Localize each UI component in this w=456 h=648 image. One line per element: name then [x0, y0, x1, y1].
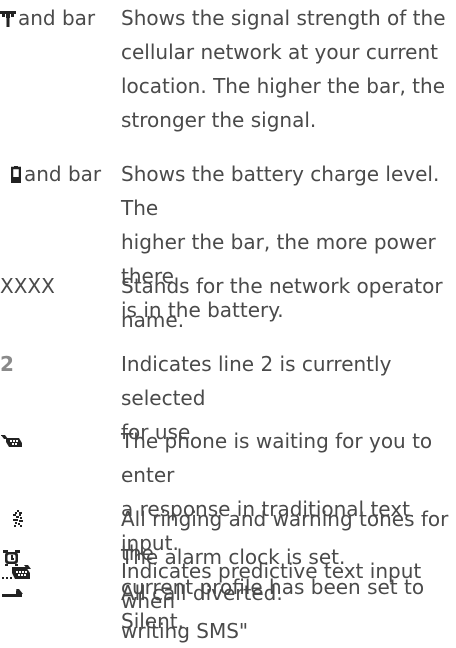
- indicator-term-text: and bar: [18, 6, 96, 30]
- indicator-list: and bar Shows the signal strength of the…: [0, 0, 456, 648]
- indicator-term: XXXX: [0, 269, 120, 303]
- indicator-term-text: and bar: [24, 162, 102, 186]
- indicator-description: Indicates predictive text input when wri…: [121, 559, 422, 643]
- indicator-term-text: 2: [0, 352, 14, 376]
- indicator-term: [0, 556, 120, 590]
- predictive-text-input-icon: [2, 565, 36, 581]
- indicator-term: [0, 424, 120, 458]
- silent-profile-icon: [11, 510, 25, 528]
- indicator-term: and bar: [0, 1, 120, 35]
- signal-antenna-icon: [0, 9, 16, 27]
- indicator-term-text: XXXX: [0, 274, 55, 298]
- indicator-description: Stands for the network operator name.: [121, 274, 443, 332]
- indicator-term: 2: [0, 347, 120, 381]
- battery-icon: [11, 165, 21, 183]
- indicator-term: and bar: [0, 157, 120, 191]
- indicator-description: Shows the signal strength of the cellula…: [121, 6, 446, 132]
- indicator-term: [0, 502, 120, 536]
- traditional-text-input-icon: [1, 434, 23, 448]
